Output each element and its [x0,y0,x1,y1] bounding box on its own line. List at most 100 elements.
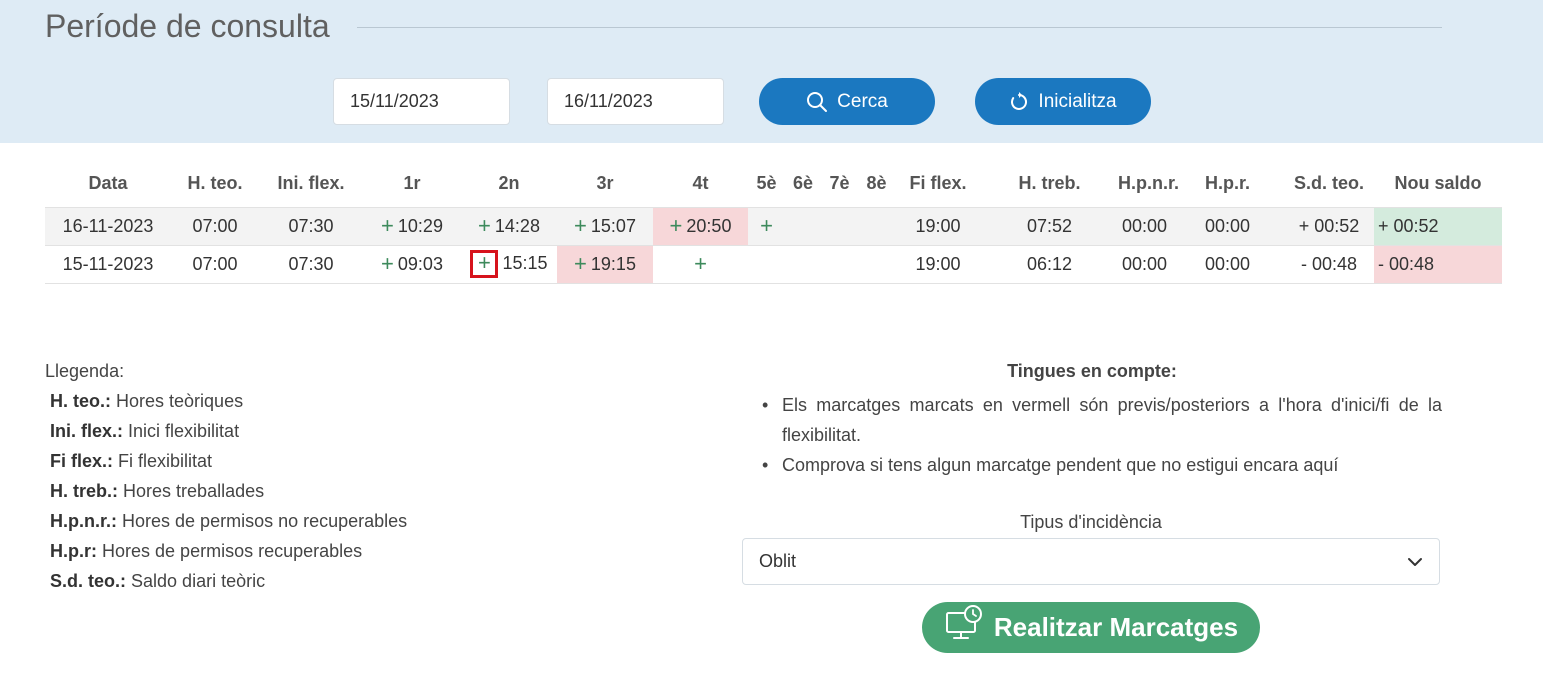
cell-sd-teo: - 00:48 [1284,245,1374,284]
col-header-sd-teo: S.d. teo. [1293,172,1364,193]
cell-h-treb: 07:52 [981,206,1118,246]
legend-desc: Hores de permisos no recuperables [122,511,408,531]
cell-hpnr: 00:00 [1118,245,1171,284]
add-punch-icon[interactable]: + [470,250,499,278]
reset-button-label: Inicialitza [1038,90,1117,112]
legend-desc: Hores de permisos recuperables [102,541,363,561]
cell-h-treb: 06:12 [981,245,1118,284]
cell-nou-saldo: + 00:52 [1374,206,1502,246]
cell-punch-1: +10:29 [363,206,461,246]
col-header-3r: 3r [596,172,614,193]
legend-term: H. treb.: [50,481,119,501]
note-item: Els marcatges marcats en vermell són pre… [762,390,1442,450]
legend-item: Ini. flex.: Inici flexibilitat [45,420,407,450]
cell-punch-6 [785,245,821,284]
add-punch-icon[interactable]: + [670,215,683,237]
cell-hpr: 00:00 [1171,245,1284,284]
search-button-label: Cerca [837,90,888,112]
cell-punch-1: +09:03 [363,245,461,284]
date-to-input[interactable] [547,78,724,125]
cell-punch-3: +15:07 [557,206,653,246]
title-divider [357,27,1442,28]
col-header-h-teo: H. teo. [187,172,243,193]
col-header-hpr: H.p.r. [1204,172,1250,193]
cell-h-teo: 07:00 [171,245,259,284]
punch-time: 15:15 [502,252,548,273]
cell-h-teo: 07:00 [171,206,259,246]
legend-desc: Hores teòriques [116,391,244,411]
legend-term: Ini. flex.: [50,421,124,441]
legend-desc: Saldo diari teòric [131,571,266,591]
col-header-hpnr: H.p.n.r. [1118,172,1180,193]
incidence-type-label: Tipus d'incidència [1020,512,1162,532]
cell-fi-flex: 19:00 [895,245,981,284]
add-punch-icon[interactable]: + [574,253,587,275]
add-punch-icon[interactable]: + [574,215,587,237]
search-button[interactable]: Cerca [759,78,935,125]
cell-fi-flex: 19:00 [895,206,981,246]
incidence-type-select[interactable]: Oblit [742,538,1440,585]
filter-panel: Període de consulta Cerca Inicialitza [0,0,1543,143]
punch-time: 15:07 [590,216,636,236]
legend: Llegenda: H. teo.: Hores teòriques Ini. … [45,360,407,600]
col-header-2n: 2n [498,172,520,193]
cell-punch-7 [821,245,858,284]
col-header-7e: 7è [829,172,850,193]
cell-punch-4: + [653,245,748,284]
cell-punch-8 [858,206,895,246]
date-from-input[interactable] [333,78,510,125]
legend-desc: Hores treballades [123,481,265,501]
legend-term: H.p.n.r.: [50,511,117,531]
note-item: Comprova si tens algun marcatge pendent … [762,450,1442,480]
col-header-4t: 4t [692,172,709,193]
punch-time: 14:28 [494,216,540,236]
col-header-1r: 1r [403,172,421,193]
cell-punch-2: +15:15 [461,245,557,284]
realitzar-marcatges-label: Realitzar Marcatges [993,612,1239,642]
panel-title: Període de consulta [45,8,330,44]
add-punch-icon[interactable]: + [381,215,394,237]
col-header-nou-saldo: Nou saldo [1394,172,1482,193]
cell-date: 16-11-2023 [45,206,171,246]
cell-date: 15-11-2023 [45,245,171,284]
col-header-6e: 6è [792,172,814,193]
add-punch-icon[interactable]: + [478,215,491,237]
add-punch-icon[interactable]: + [694,253,707,275]
cell-hpnr: 00:00 [1118,206,1171,246]
cell-punch-3: +19:15 [557,245,653,284]
legend-desc: Inici flexibilitat [128,421,240,441]
cell-sd-teo: + 00:52 [1284,206,1374,246]
notes-title: Tingues en compte: [1007,361,1177,381]
legend-item: H.p.n.r.: Hores de permisos no recuperab… [45,510,407,540]
punch-time: 09:03 [397,254,443,274]
punch-time: 19:15 [590,254,636,274]
notes-list: Els marcatges marcats en vermell són pre… [742,390,1442,480]
col-header-8e: 8è [866,172,887,193]
cell-punch-7 [821,206,858,246]
cell-nou-saldo: - 00:48 [1374,245,1502,284]
cell-punch-4: +20:50 [653,206,748,246]
cell-punch-5: + [748,206,785,246]
legend-term: S.d. teo.: [50,571,126,591]
notes-panel: Tingues en compte: Els marcatges marcats… [742,360,1442,480]
col-header-h-treb: H. treb. [1018,172,1081,193]
timesheet-table: Data H. teo. Ini. flex. 1r 2n 3r 4t 5è 6… [45,160,1502,284]
table-row: 15-11-2023 07:00 07:30 +09:03 +15:15 +19… [45,245,1502,284]
legend-item: H. treb.: Hores treballades [45,480,407,510]
search-icon [806,91,828,113]
reset-button[interactable]: Inicialitza [975,78,1151,125]
table-row: 16-11-2023 07:00 07:30 +10:29 +14:28 +15… [45,206,1502,246]
realitzar-marcatges-button[interactable]: Realitzar Marcatges [922,602,1260,653]
punch-time: 10:29 [397,216,443,236]
col-header-5e: 5è [756,172,777,193]
legend-term: H.p.r: [50,541,97,561]
add-punch-icon[interactable]: + [381,253,394,275]
col-header-fi-flex: Fi flex. [909,172,967,193]
cell-punch-2: +14:28 [461,206,557,246]
computer-clock-icon [944,604,984,651]
legend-item: S.d. teo.: Saldo diari teòric [45,570,407,600]
add-punch-icon[interactable]: + [760,215,773,237]
col-header-date: Data [88,172,128,193]
legend-term: H. teo.: [50,391,111,411]
legend-item: H.p.r: Hores de permisos recuperables [45,540,407,570]
